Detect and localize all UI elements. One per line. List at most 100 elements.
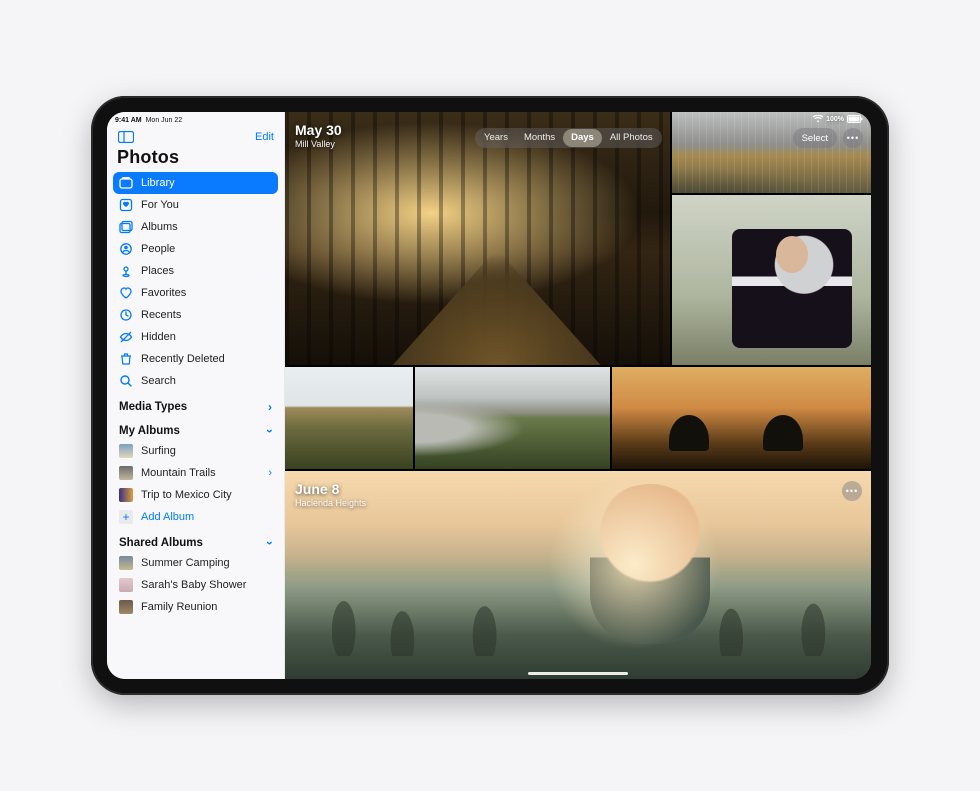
sidebar-toggle-icon[interactable]	[117, 130, 135, 144]
sidebar-list: Library For You Albums People Places	[107, 172, 284, 679]
album-label: Summer Camping	[141, 557, 230, 569]
album-thumb	[119, 466, 133, 480]
ipad-device-frame: 9:41 AM Mon Jun 22 Edit Photos Library F…	[91, 96, 889, 695]
photo-cyclists-road	[415, 367, 610, 469]
photo-tile[interactable]	[612, 367, 871, 469]
photo-grid[interactable]: 100% Years Months Days All Photos Select…	[285, 112, 871, 679]
photo-road-curve	[672, 112, 871, 193]
album-thumb	[119, 556, 133, 570]
sidebar-item-label: Library	[141, 177, 175, 189]
ellipsis-icon: •••	[846, 487, 858, 496]
sidebar-item-label: Hidden	[141, 331, 176, 343]
sidebar-item-label: People	[141, 243, 175, 255]
sidebar-item-hidden[interactable]: Hidden	[113, 326, 278, 348]
sidebar-item-library[interactable]: Library	[113, 172, 278, 194]
battery-percent: 100%	[826, 116, 844, 123]
album-thumb	[119, 444, 133, 458]
wifi-icon	[813, 115, 823, 123]
sidebar-item-favorites[interactable]: Favorites	[113, 282, 278, 304]
foryou-icon	[119, 198, 133, 212]
home-indicator[interactable]	[528, 672, 628, 675]
people-icon	[119, 242, 133, 256]
albums-icon	[119, 220, 133, 234]
sidebar-item-search[interactable]: Search	[113, 370, 278, 392]
recents-icon	[119, 308, 133, 322]
album-surfing[interactable]: Surfing	[113, 440, 278, 462]
sidebar-item-label: Recents	[141, 309, 181, 321]
chevron-right-icon: ›	[268, 467, 272, 479]
segment-days[interactable]: Days	[563, 129, 602, 147]
album-thumb	[119, 600, 133, 614]
search-icon	[119, 374, 133, 388]
shared-album-family-reunion[interactable]: Family Reunion	[113, 596, 278, 618]
photo-forest-cyclists	[285, 112, 670, 365]
photo-tile[interactable]	[672, 195, 871, 365]
photo-grid-inner: May 30 Mill Valley June 8 Hacienda Heigh…	[285, 112, 871, 679]
album-label: Surfing	[141, 445, 176, 457]
segment-months[interactable]: Months	[516, 129, 563, 147]
segment-years[interactable]: Years	[476, 129, 516, 147]
plus-icon: +	[119, 510, 133, 524]
photo-cyclist-portrait	[672, 195, 871, 365]
edit-button[interactable]: Edit	[255, 131, 274, 143]
status-bar-right: 100%	[813, 115, 863, 123]
day-title: May 30	[295, 122, 342, 138]
sidebar-item-label: Search	[141, 375, 176, 387]
album-trip-mexico[interactable]: Trip to Mexico City	[113, 484, 278, 506]
album-thumb	[119, 578, 133, 592]
segment-all[interactable]: All Photos	[602, 129, 661, 147]
section-my-albums[interactable]: My Albums ›	[113, 416, 278, 440]
section-media-types[interactable]: Media Types ›	[113, 392, 278, 416]
photo-woman-portrait	[285, 471, 871, 679]
view-segmented-control: Years Months Days All Photos	[475, 128, 662, 148]
battery-icon	[847, 115, 863, 123]
album-label: Trip to Mexico City	[141, 489, 232, 501]
shared-album-summer-camping[interactable]: Summer Camping	[113, 552, 278, 574]
day-hero-photo[interactable]: May 30 Mill Valley	[285, 112, 670, 365]
trash-icon	[119, 352, 133, 366]
album-label: Family Reunion	[141, 601, 217, 613]
day-hero-photo[interactable]: June 8 Hacienda Heights •••	[285, 471, 871, 679]
section-shared-albums[interactable]: Shared Albums ›	[113, 528, 278, 552]
sidebar-item-places[interactable]: Places	[113, 260, 278, 282]
chevron-down-icon: ›	[263, 541, 277, 545]
photo-hills	[285, 367, 413, 469]
album-label: Mountain Trails	[141, 467, 216, 479]
sidebar-item-label: Places	[141, 265, 174, 277]
favorites-icon	[119, 286, 133, 300]
section-label: My Albums	[119, 425, 180, 437]
day-more-button[interactable]: •••	[842, 481, 862, 501]
sidebar-item-people[interactable]: People	[113, 238, 278, 260]
chevron-down-icon: ›	[263, 429, 277, 433]
more-button[interactable]: •••	[843, 128, 863, 148]
library-icon	[119, 176, 133, 190]
sidebar-title: Photos	[107, 147, 284, 172]
chevron-right-icon: ›	[268, 400, 272, 414]
select-button[interactable]: Select	[793, 128, 837, 148]
add-album-label: Add Album	[141, 511, 194, 523]
add-album-button[interactable]: + Add Album	[113, 506, 278, 528]
photo-tile[interactable]	[285, 367, 413, 469]
day-subtitle: Mill Valley	[295, 139, 342, 149]
day-subtitle: Hacienda Heights	[295, 498, 366, 508]
photo-sunset-silhouette	[612, 367, 871, 469]
section-label: Shared Albums	[119, 537, 203, 549]
sidebar-item-label: Favorites	[141, 287, 186, 299]
sidebar-item-label: Recently Deleted	[141, 353, 225, 365]
hidden-icon	[119, 330, 133, 344]
section-label: Media Types	[119, 401, 187, 413]
shared-album-baby-shower[interactable]: Sarah's Baby Shower	[113, 574, 278, 596]
album-thumb	[119, 488, 133, 502]
sidebar-item-foryou[interactable]: For You	[113, 194, 278, 216]
ellipsis-icon: •••	[847, 134, 859, 143]
photo-tile[interactable]	[415, 367, 610, 469]
day-title: June 8	[295, 481, 366, 497]
status-date: Mon Jun 22	[146, 117, 183, 124]
album-label: Sarah's Baby Shower	[141, 579, 246, 591]
sidebar-item-recents[interactable]: Recents	[113, 304, 278, 326]
sidebar-item-recently-deleted[interactable]: Recently Deleted	[113, 348, 278, 370]
photo-tile[interactable]	[672, 112, 871, 193]
album-mountain-trails[interactable]: Mountain Trails ›	[113, 462, 278, 484]
sidebar-item-albums[interactable]: Albums	[113, 216, 278, 238]
status-time: 9:41 AM	[115, 117, 142, 124]
